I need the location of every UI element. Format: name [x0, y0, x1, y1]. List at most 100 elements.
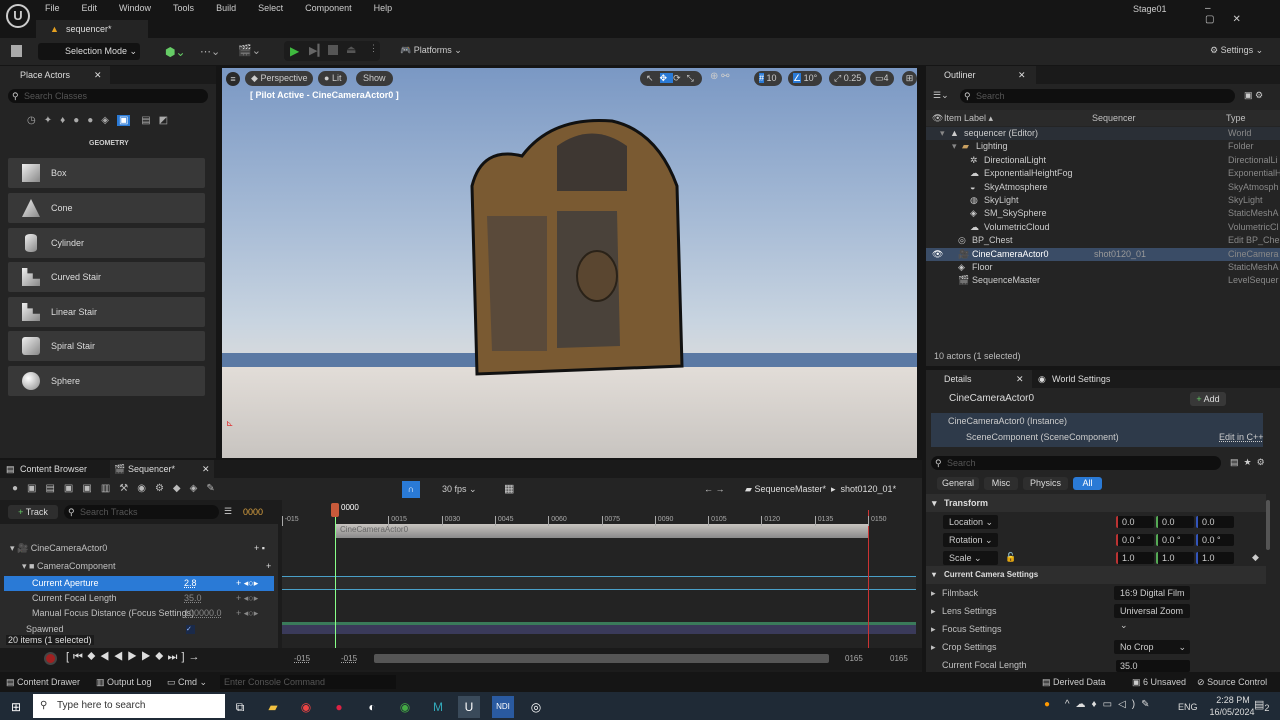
- filter-misc[interactable]: Misc: [984, 477, 1018, 490]
- actor-linear-stair[interactable]: Linear Stair: [8, 297, 205, 327]
- track-cine-camera[interactable]: ▾ 🎥 CineCameraActor0 + ▪: [4, 541, 276, 556]
- layout-icon[interactable]: ⊞: [902, 71, 917, 86]
- outliner-row[interactable]: ◈ SM_SkySphere StaticMeshA: [926, 207, 1280, 220]
- close-icon[interactable]: ✕: [94, 66, 102, 84]
- scale-z[interactable]: 1.0: [1196, 552, 1234, 564]
- menu-file[interactable]: File: [45, 3, 60, 13]
- unreal-logo-icon[interactable]: U: [6, 4, 30, 28]
- window-controls[interactable]: –▢✕: [1205, 3, 1280, 25]
- filmback-row[interactable]: ▸ Filmback: [926, 584, 1266, 602]
- camera-settings-section[interactable]: ▾ Current Camera Settings: [926, 566, 1266, 584]
- rotation-dropdown[interactable]: Rotation ⌄: [943, 533, 998, 547]
- spawned-checkbox[interactable]: ✓: [186, 625, 195, 634]
- view-start[interactable]: -015: [341, 654, 357, 663]
- close-icon[interactable]: ✕: [1018, 66, 1026, 84]
- sequence-breadcrumb[interactable]: ▰ SequenceMaster* ▸ shot0120_01*: [745, 484, 896, 495]
- actor-box[interactable]: Box: [8, 158, 205, 188]
- outliner-row[interactable]: ✲ DirectionalLight DirectionalLi: [926, 154, 1280, 167]
- outliner-row[interactable]: 🎬 SequenceMaster LevelSequer: [926, 274, 1280, 287]
- sequencer-tab[interactable]: 🎬 Sequencer* ✕: [110, 460, 214, 478]
- menu-component[interactable]: Component: [305, 3, 352, 13]
- actor-curved-stair[interactable]: Curved Stair: [8, 262, 205, 292]
- crop-settings-row[interactable]: ▸ Crop Settings: [926, 638, 1266, 656]
- crop-dropdown[interactable]: No Crop ⌄: [1114, 640, 1190, 654]
- unsaved-button[interactable]: ▣ 6 Unsaved: [1132, 677, 1186, 688]
- powerpoint-icon[interactable]: ●: [328, 696, 350, 718]
- grid-snap-button[interactable]: # 10: [754, 71, 782, 86]
- section-bar[interactable]: CineCameraActor0: [336, 524, 868, 538]
- scale-snap-button[interactable]: ⤢ 0.25: [829, 71, 867, 86]
- more-icon[interactable]: ⋮: [369, 43, 378, 54]
- category-icons[interactable]: ◷✦♦●●◈ ▣ ▤◩: [27, 115, 176, 126]
- scale-x[interactable]: 1.0: [1116, 552, 1154, 564]
- scale-y[interactable]: 1.0: [1156, 552, 1194, 564]
- lit-button[interactable]: ● Lit: [318, 71, 348, 86]
- world-settings-tab[interactable]: ◉ World Settings: [1034, 370, 1117, 388]
- menu-tools[interactable]: Tools: [173, 3, 194, 13]
- location-y[interactable]: 0.0: [1156, 516, 1194, 528]
- outliner-row[interactable]: ☁ ExponentialHeightFog ExponentialH: [926, 167, 1280, 180]
- lens-dropdown[interactable]: Universal Zoom ⌄: [1114, 604, 1190, 630]
- menu-build[interactable]: Build: [216, 3, 236, 13]
- menu-select[interactable]: Select: [258, 3, 283, 13]
- windows-start-icon[interactable]: ⊞: [5, 696, 27, 718]
- level-tab[interactable]: ▲ sequencer*: [36, 20, 148, 38]
- content-browser-tab[interactable]: ▤ Content Browser: [0, 460, 106, 478]
- taskbar-search[interactable]: ⚲ Type here to search: [33, 694, 225, 718]
- range-start[interactable]: -015: [294, 654, 310, 663]
- close-icon[interactable]: ✕: [1016, 370, 1024, 388]
- actor-spiral-stair[interactable]: Spiral Stair: [8, 331, 205, 361]
- focal-length-field[interactable]: 35.0: [1116, 660, 1190, 672]
- actor-cone[interactable]: Cone: [8, 193, 205, 223]
- rotation-y[interactable]: 0.0 °: [1156, 534, 1194, 546]
- outliner-row[interactable]: ◈ Floor StaticMeshA: [926, 261, 1280, 274]
- details-tab[interactable]: Details ✕: [926, 370, 1032, 388]
- col-item-label[interactable]: Item Label ▴: [944, 110, 993, 126]
- menu-window[interactable]: Window: [119, 3, 151, 13]
- snap-toggle-icon[interactable]: ∩: [402, 481, 420, 498]
- outliner-row[interactable]: ▾ ▰ Lighting Folder: [926, 140, 1280, 153]
- add-component-button[interactable]: + Add: [1190, 392, 1226, 406]
- add-folder-icon[interactable]: ▣ ⚙: [1244, 90, 1263, 101]
- settings-button[interactable]: ⚙ Settings ⌄: [1210, 45, 1263, 56]
- transport-controls[interactable]: [⏮◆◀◀▶▶◆⏭]→: [66, 651, 204, 664]
- viewport[interactable]: ≡ ◆ Perspective ● Lit Show [ Pilot Activ…: [222, 68, 917, 458]
- sequencer-tool-icons[interactable]: ●▣▤▣▣▥⚒◉⚙◆◈✎: [12, 483, 224, 494]
- save-icon[interactable]: [11, 45, 22, 57]
- output-log-button[interactable]: ▥ Output Log: [96, 677, 152, 688]
- track-camera-component[interactable]: ▾ ■ CameraComponent +: [4, 559, 276, 574]
- perspective-button[interactable]: ◆ Perspective: [245, 71, 314, 86]
- add-actor-icon[interactable]: ⬢⌄: [165, 45, 186, 59]
- location-z[interactable]: 0.0: [1196, 516, 1234, 528]
- search-classes-input[interactable]: ⚲ Search Classes: [8, 89, 208, 103]
- add-track-button[interactable]: + Track: [8, 505, 58, 519]
- chrome-icon[interactable]: ◉: [295, 696, 317, 718]
- actor-sphere[interactable]: Sphere: [8, 366, 205, 396]
- scene-component-row[interactable]: SceneComponent (SceneComponent): [966, 432, 1119, 442]
- actor-cylinder[interactable]: Cylinder: [8, 228, 205, 258]
- search-tracks-input[interactable]: ⚲ Search Tracks: [64, 505, 219, 519]
- lock-icon[interactable]: 🔓: [1005, 552, 1016, 563]
- chevron-down-icon[interactable]: ▾: [940, 127, 945, 140]
- track-current-aperture[interactable]: Current Aperture 2.8 + ◂○▸: [4, 576, 274, 591]
- clock-date[interactable]: 16/05/2024: [1204, 707, 1260, 717]
- current-frame[interactable]: 0000: [243, 507, 263, 517]
- camera-speed-button[interactable]: ▭4: [870, 71, 894, 86]
- visibility-icon[interactable]: 👁: [932, 248, 943, 261]
- derived-data-button[interactable]: ▤ Derived Data: [1042, 677, 1106, 688]
- platforms-button[interactable]: 🎮 Platforms ⌄: [400, 45, 462, 56]
- notification-icon[interactable]: ▤2: [1254, 698, 1270, 713]
- location-x[interactable]: 0.0: [1116, 516, 1154, 528]
- edit-cpp-link[interactable]: Edit in C++: [1219, 432, 1264, 442]
- outliner-row[interactable]: ▾ ▲ sequencer (Editor) World: [926, 127, 1280, 140]
- nav-arrows[interactable]: ← →: [704, 484, 725, 494]
- file-explorer-icon[interactable]: ▰: [262, 696, 284, 718]
- record-button[interactable]: [44, 652, 57, 665]
- app-icon[interactable]: ◐: [361, 696, 383, 718]
- filmback-dropdown[interactable]: 16:9 Digital Film ⌄: [1114, 586, 1190, 612]
- scale-dropdown[interactable]: Scale ⌄: [943, 551, 998, 565]
- chevron-down-icon[interactable]: ▾: [952, 140, 957, 153]
- filter-physics[interactable]: Physics: [1023, 477, 1068, 490]
- menu-help[interactable]: Help: [374, 3, 393, 13]
- show-button[interactable]: Show: [356, 71, 393, 86]
